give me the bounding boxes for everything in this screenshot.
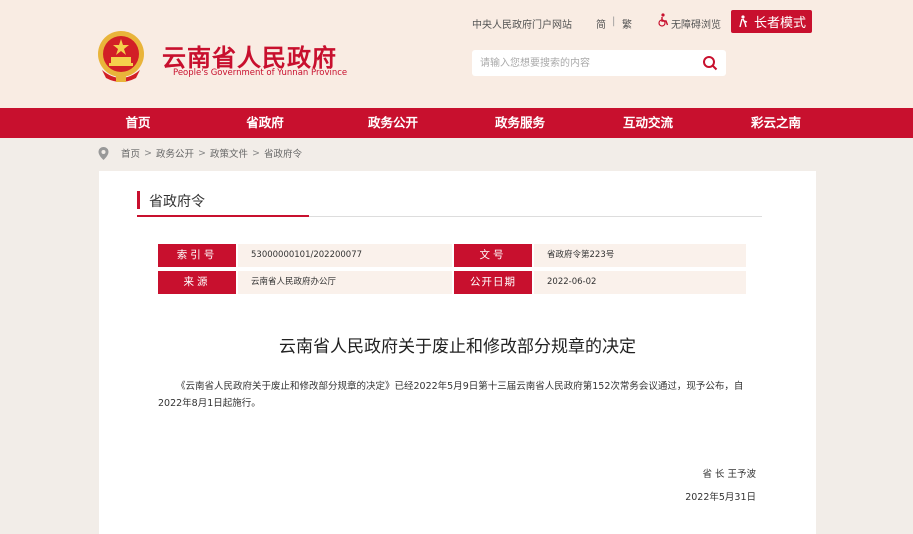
search-box — [472, 50, 726, 76]
nav-home[interactable]: 首页 — [125, 108, 150, 138]
nav-interaction[interactable]: 互动交流 — [623, 108, 673, 138]
elder-mode-label: 长者模式 — [753, 16, 806, 31]
site-header: 云南省人民政府 People's Government of Yunnan Pr… — [0, 0, 913, 108]
main-nav: 首页 省政府 政务公开 政务服务 互动交流 彩云之南 — [0, 108, 913, 138]
elder-mode-button[interactable]: 长者模式 — [731, 10, 812, 33]
index-value: 53000000101/202200077 — [238, 244, 452, 267]
location-pin-icon — [98, 146, 109, 160]
elder-person-icon — [739, 15, 748, 28]
breadcrumb: 首页 > 政务公开 > 政策文件 > 省政府令 — [98, 145, 302, 161]
content-panel: 省政府令 索引号 53000000101/202200077 文号 省政府令第2… — [99, 171, 816, 534]
national-emblem-icon — [98, 31, 144, 82]
nav-government-affairs-open[interactable]: 政务公开 — [368, 108, 418, 138]
doc-number-value: 省政府令第223号 — [534, 244, 746, 267]
breadcrumb-separator: > — [251, 147, 260, 159]
nav-provincial-government[interactable]: 省政府 — [246, 108, 284, 138]
site-subtitle: People's Government of Yunnan Province — [173, 68, 348, 78]
central-portal-link[interactable]: 中央人民政府门户网站 — [472, 16, 572, 31]
breadcrumb-government-affairs-open[interactable]: 政务公开 — [156, 146, 194, 160]
breadcrumb-government-orders[interactable]: 省政府令 — [264, 146, 302, 160]
search-icon[interactable] — [702, 55, 718, 71]
sign-date: 2022年5月31日 — [685, 492, 756, 503]
section-title-bar — [137, 191, 140, 209]
meta-row: 来源 云南省人民政府办公厅 公开日期 2022-06-02 — [158, 271, 746, 294]
document-title: 云南省人民政府关于废止和修改部分规章的决定 — [279, 337, 636, 357]
meta-row: 索引号 53000000101/202200077 文号 省政府令第223号 — [158, 244, 746, 267]
source-value: 云南省人民政府办公厅 — [238, 271, 452, 294]
index-label: 索引号 — [158, 244, 236, 267]
publish-date-value: 2022-06-02 — [534, 271, 746, 294]
lang-divider: | — [612, 16, 616, 27]
breadcrumb-home[interactable]: 首页 — [121, 146, 140, 160]
accessible-browse-link[interactable]: 无障碍浏览 — [671, 16, 721, 31]
traditional-chinese-link[interactable]: 繁 — [622, 16, 632, 31]
breadcrumb-separator: > — [198, 147, 206, 159]
wheelchair-icon — [658, 13, 669, 27]
document-body: 《云南省人民政府关于废止和修改部分规章的决定》已经2022年5月9日第十三届云南… — [158, 381, 744, 409]
publish-date-label: 公开日期 — [454, 271, 532, 294]
section-title: 省政府令 — [149, 194, 205, 210]
breadcrumb-separator: > — [144, 147, 152, 159]
document-metadata: 索引号 53000000101/202200077 文号 省政府令第223号 来… — [158, 244, 746, 294]
nav-government-services[interactable]: 政务服务 — [495, 108, 545, 138]
simplified-chinese-link[interactable]: 简 — [596, 16, 606, 31]
source-label: 来源 — [158, 271, 236, 294]
breadcrumb-policy-documents[interactable]: 政策文件 — [210, 146, 248, 160]
signer: 省 长 王予波 — [702, 469, 756, 480]
nav-colorful-yunnan[interactable]: 彩云之南 — [751, 108, 801, 138]
doc-number-label: 文号 — [454, 244, 532, 267]
search-input[interactable] — [480, 50, 690, 76]
section-divider-accent — [137, 215, 309, 217]
